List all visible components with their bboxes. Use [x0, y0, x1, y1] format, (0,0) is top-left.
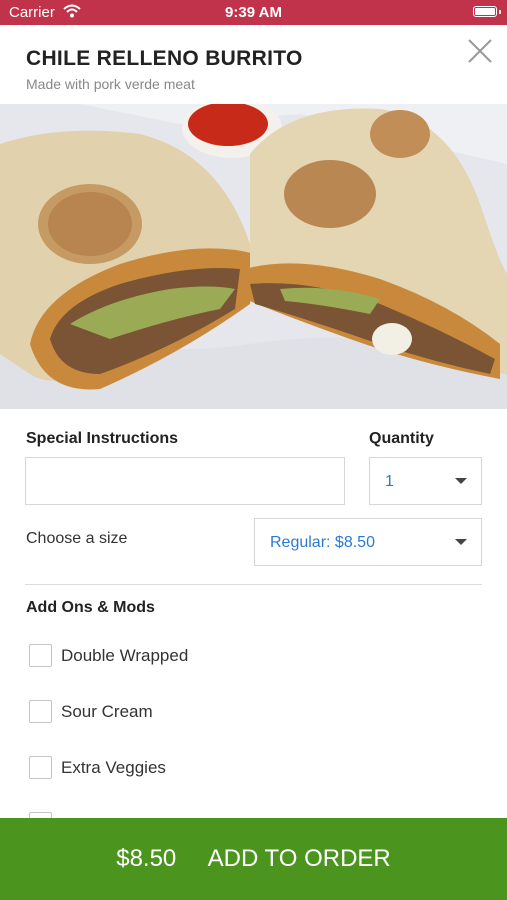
add-to-order-button[interactable]: $8.50 ADD TO ORDER: [0, 818, 507, 900]
chevron-down-icon: [455, 539, 467, 545]
size-value: Regular: $8.50: [270, 534, 375, 551]
battery-nub: [499, 10, 501, 14]
item-title: CHILE RELLENO BURRITO: [26, 47, 303, 70]
order-price: $8.50: [116, 845, 177, 872]
clock: 9:39 AM: [225, 4, 282, 21]
quantity-select[interactable]: 1: [369, 457, 482, 505]
quantity-label: Quantity: [369, 430, 434, 447]
item-photo: [0, 104, 507, 409]
size-label: Choose a size: [26, 530, 128, 547]
chevron-down-icon: [455, 478, 467, 484]
size-select[interactable]: Regular: $8.50: [254, 518, 482, 566]
special-instructions-label: Special Instructions: [26, 430, 179, 447]
order-label: ADD TO ORDER: [207, 845, 391, 872]
checkbox[interactable]: [29, 700, 52, 723]
item-header: CHILE RELLENO BURRITO Made with pork ver…: [0, 25, 507, 105]
addon-label: Extra Veggies: [61, 758, 166, 777]
checkbox[interactable]: [29, 756, 52, 779]
addon-label: Double Wrapped: [61, 646, 189, 665]
status-bar: Carrier 9:39 AM: [0, 0, 507, 25]
quantity-value: 1: [385, 473, 394, 490]
addon-label: Sour Cream: [61, 702, 153, 721]
burrito-image: [0, 104, 507, 409]
divider: [25, 584, 482, 585]
special-instructions-input[interactable]: [25, 457, 345, 505]
close-icon[interactable]: [467, 38, 493, 64]
battery-icon: [473, 6, 497, 17]
item-subtitle: Made with pork verde meat: [26, 76, 195, 92]
checkbox[interactable]: [29, 644, 52, 667]
addons-heading: Add Ons & Mods: [26, 599, 155, 616]
